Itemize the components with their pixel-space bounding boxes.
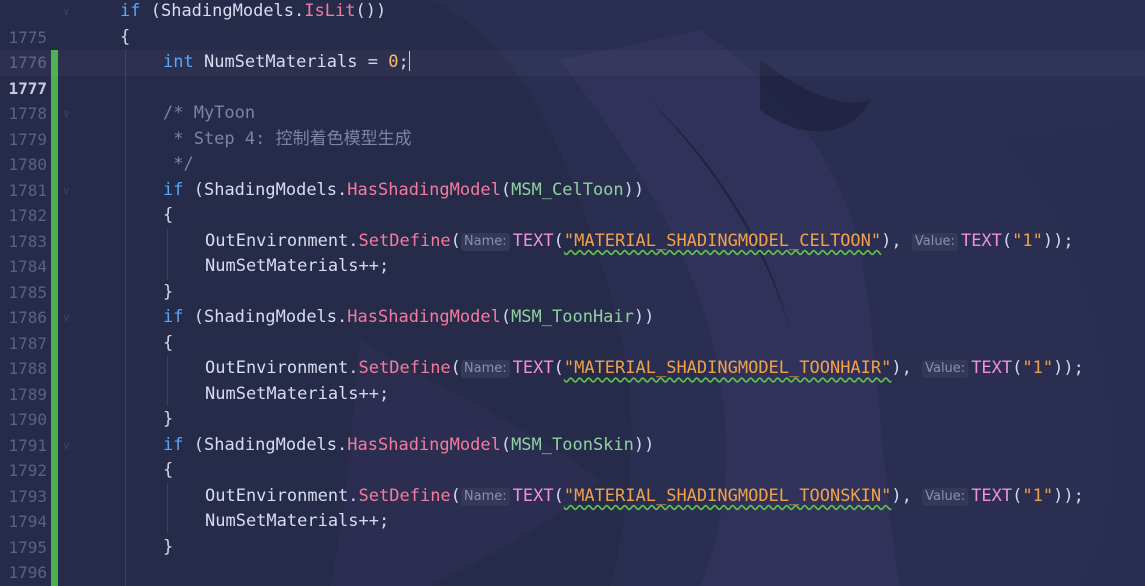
parameter-hint: Name: [460, 487, 510, 506]
macro: TEXT [512, 230, 554, 251]
type-keyword: int [163, 52, 194, 72]
function-name: SetDefine [358, 485, 451, 506]
fold-chevron-icon[interactable]: ∨ [63, 101, 70, 127]
fold-chevron-icon[interactable]: ∨ [63, 0, 70, 25]
keyword: if [163, 307, 184, 327]
keyword: if [163, 434, 184, 455]
code-line[interactable]: 1776 { [0, 25, 1145, 73]
function-name: HasShadingModel [347, 307, 501, 327]
macro: TEXT [512, 485, 554, 506]
string-literal: "1" [1022, 358, 1054, 378]
code-line[interactable]: 1791 } [0, 407, 1145, 455]
identifier: OutEnvironment [205, 358, 349, 378]
code-editor[interactable]: 1775 ∨ if (ShadingModels.IsLit()) 1776 {… [0, 0, 1145, 586]
code-line[interactable]: 1796 } [0, 535, 1145, 583]
code-line[interactable]: 1792 ∨ if (ShadingModels.HasShadingModel… [0, 433, 1145, 481]
code-line[interactable]: 1775 ∨ if (ShadingModels.IsLit()) [0, 0, 1145, 47]
identifier: OutEnvironment [205, 485, 349, 506]
string-literal: "MATERIAL_SHADINGMODEL_CELTOON" [563, 230, 882, 251]
string-literal: "MATERIAL_SHADINGMODEL_TOONSKIN" [563, 485, 892, 506]
identifier: ShadingModels [160, 1, 295, 21]
code-line[interactable]: 1778 [0, 76, 1145, 123]
code-line[interactable]: 1790 NumSetMaterials++; [0, 382, 1145, 430]
keyword: if [120, 1, 141, 21]
code-line[interactable]: 1781 */ [0, 152, 1145, 200]
identifier: NumSetMaterials [205, 383, 359, 404]
function-name: SetDefine [358, 230, 451, 251]
parameter-hint: Value: [922, 360, 969, 378]
operator: ++; [358, 383, 390, 404]
string-literal: "MATERIAL_SHADINGMODEL_TOONHAIR" [563, 358, 892, 378]
current-code-line[interactable]: 1777 int NumSetMaterials = 0; [0, 50, 1145, 98]
identifier: NumSetMaterials [205, 511, 359, 531]
code-line[interactable]: 1788 { [0, 331, 1145, 379]
code-line[interactable]: 1785 NumSetMaterials++; [0, 254, 1145, 302]
code-line[interactable]: 1783 { [0, 203, 1145, 251]
identifier: OutEnvironment [205, 230, 349, 251]
enum-value: MSM_ToonHair [511, 307, 634, 327]
text-cursor [408, 51, 410, 71]
enum-value: MSM_CelToon [511, 179, 624, 200]
code-line[interactable]: 1784 OutEnvironment.SetDefine(Name: TEXT(… [0, 229, 1145, 277]
fold-chevron-icon[interactable]: ∨ [63, 305, 70, 331]
comment: * Step 4: 控制着色模型生成 [163, 128, 412, 149]
code-line[interactable]: 1780 * Step 4: 控制着色模型生成 [0, 127, 1145, 175]
code-line[interactable]: 1787 ∨ if (ShadingModels.HasShadingModel… [0, 305, 1145, 353]
string-literal: "1" [1012, 230, 1043, 251]
operator: ++; [358, 256, 390, 276]
macro: TEXT [960, 230, 1002, 251]
code-line[interactable]: 1786 } [0, 280, 1145, 328]
function-name: HasShadingModel [347, 434, 501, 455]
code-line[interactable]: 1795 NumSetMaterials++; [0, 509, 1145, 557]
parameter-hint: Value: [922, 487, 969, 506]
parameter-hint: Name: [460, 232, 510, 251]
operator: ++; [358, 511, 390, 531]
identifier: ShadingModels [203, 307, 338, 327]
number-literal: 0 [388, 52, 399, 72]
enum-value: MSM_ToonSkin [511, 434, 634, 455]
function-name: SetDefine [358, 358, 451, 378]
identifier: ShadingModels [203, 434, 338, 455]
code-line[interactable]: 1794 OutEnvironment.SetDefine(Name: TEXT(… [0, 484, 1145, 532]
parameter-hint: Value: [911, 232, 958, 251]
fold-chevron-icon[interactable]: ∨ [63, 433, 70, 459]
macro: TEXT [512, 358, 554, 378]
identifier: NumSetMaterials [205, 256, 359, 276]
code-line[interactable]: 1793 { [0, 458, 1145, 506]
comment: */ [163, 154, 194, 174]
identifier: ShadingModels [203, 179, 338, 200]
keyword: if [163, 179, 184, 200]
comment: /* MyToon [163, 103, 256, 123]
function-name: HasShadingModel [347, 179, 501, 200]
identifier: NumSetMaterials [203, 52, 358, 72]
function-name: IsLit [304, 1, 356, 21]
fold-chevron-icon[interactable]: ∨ [63, 178, 70, 204]
string-literal: "1" [1022, 485, 1054, 506]
code-line[interactable]: 1782 ∨ if (ShadingModels.HasShadingModel… [0, 178, 1145, 226]
code-line[interactable]: 1797 [0, 560, 1145, 586]
macro: TEXT [971, 485, 1013, 506]
code-line[interactable]: 1779 ∨ /* MyToon [0, 101, 1145, 149]
code-line[interactable]: 1789 OutEnvironment.SetDefine(Name: TEXT(… [0, 356, 1145, 404]
parameter-hint: Name: [460, 360, 510, 378]
macro: TEXT [971, 358, 1013, 378]
